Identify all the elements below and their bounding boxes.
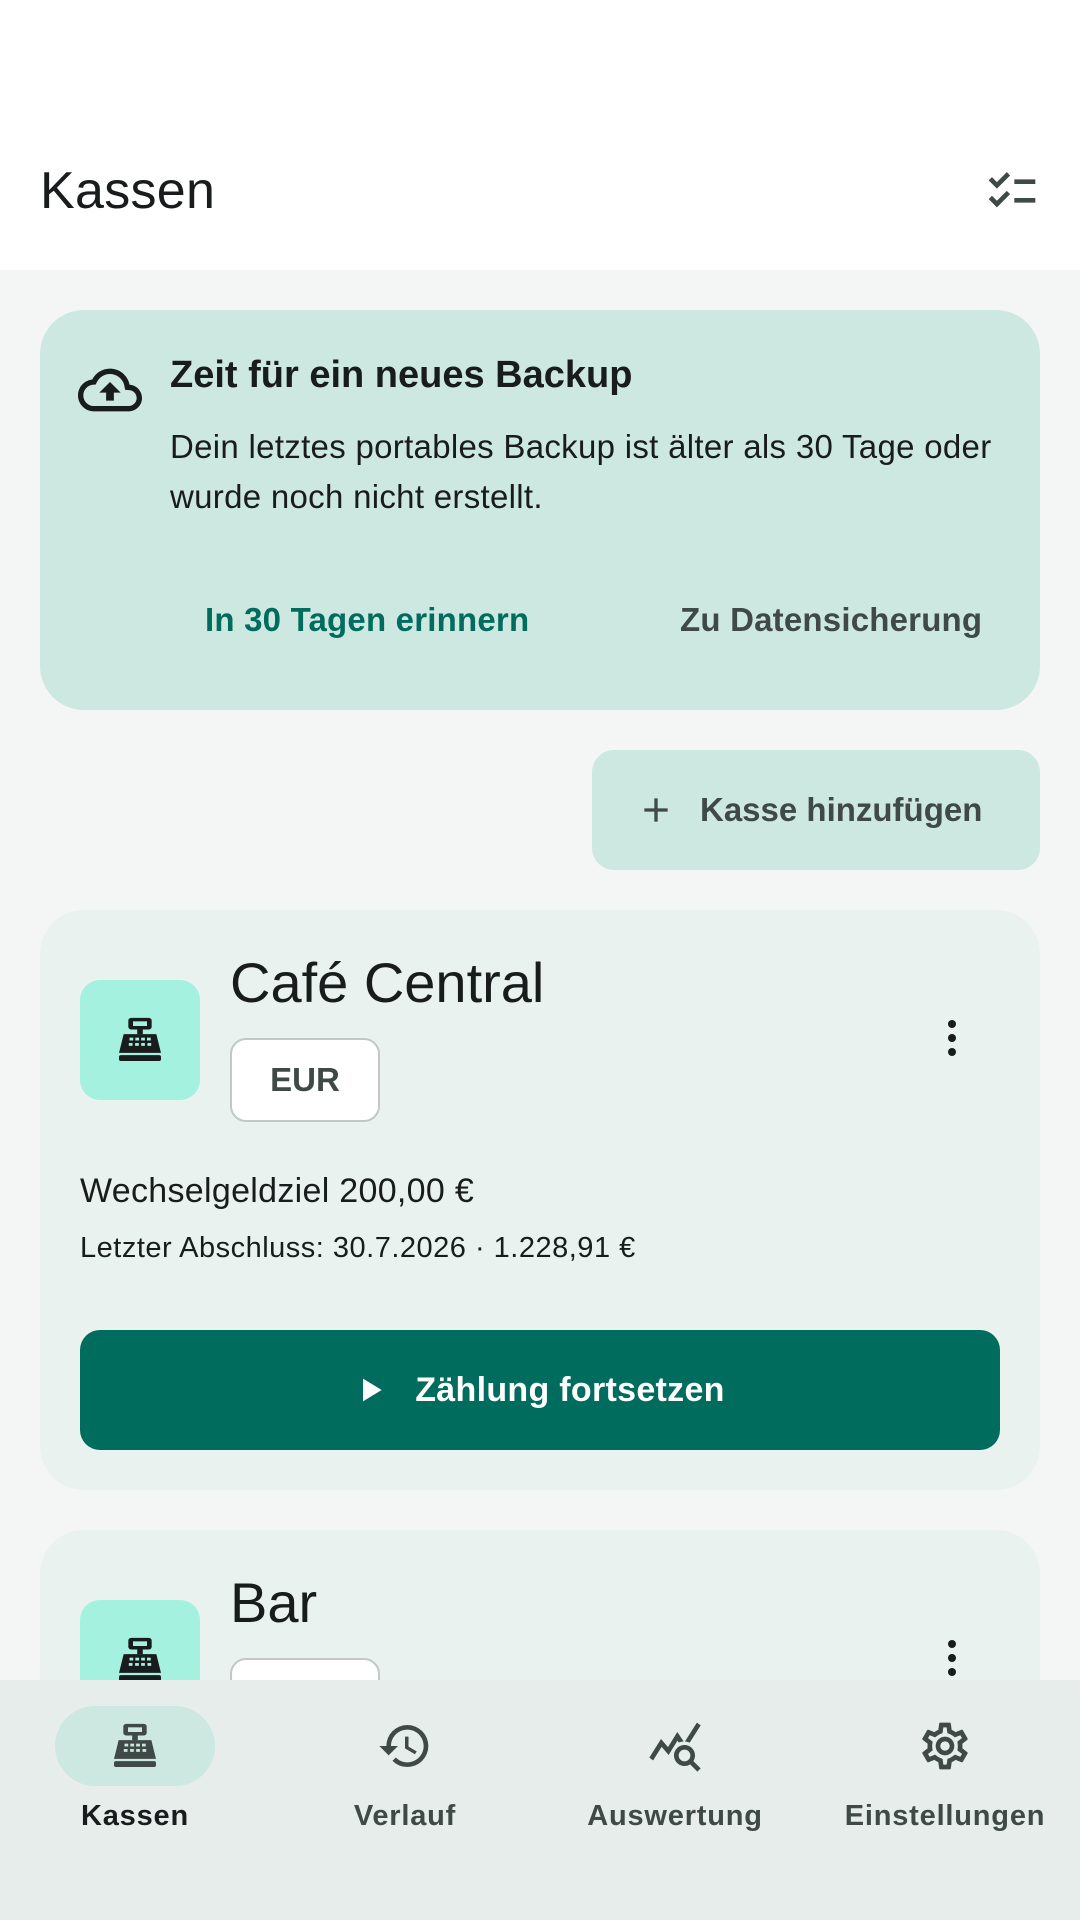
nav-icon-container [325,1706,485,1786]
plus-icon [644,798,668,822]
nav-icon-container [865,1706,1025,1786]
register-card[interactable]: Café Central EUR Wechselgeldziel 200,00 … [40,910,1040,1490]
status-bar [0,0,1080,112]
continue-count-button[interactable]: Zählung fortsetzen [80,1330,1000,1450]
backup-reminder-card: Zeit für ein neues Backup Dein letztes p… [40,310,1040,710]
nav-item-auswertung[interactable]: Auswertung [540,1680,810,1920]
nav-label: Kassen [81,1800,189,1832]
nav-label: Einstellungen [844,1800,1046,1832]
cash-register-icon [119,1017,161,1061]
nav-active-indicator [55,1706,215,1786]
gear-icon [922,1722,968,1770]
nav-item-einstellungen[interactable]: Einstellungen [810,1680,1080,1920]
more-vert-icon [948,1020,956,1056]
nav-label: Verlauf [353,1800,457,1832]
checklist-icon [988,172,1036,208]
backup-title: Zeit für ein neues Backup [170,354,633,396]
nav-item-verlauf[interactable]: Verlauf [270,1680,540,1920]
add-register-label: Kasse hinzufügen [700,791,983,828]
page-title: Kassen [40,162,216,220]
currency-chip [230,1658,380,1680]
analytics-icon [649,1722,701,1772]
history-icon [379,1725,429,1767]
nav-label: Auswertung [587,1800,763,1832]
register-list[interactable]: Zeit für ein neues Backup Dein letztes p… [0,270,1080,1680]
register-avatar [80,1600,200,1680]
register-name: Café Central [230,951,545,1014]
cash-register-icon [114,1723,156,1767]
checklist-button[interactable] [976,155,1048,227]
register-name: Bar [230,1571,318,1634]
more-vert-icon [948,1640,956,1676]
bottom-navigation: Kassen Verlauf Auswertung Einstellungen [0,1680,1080,1920]
register-menu-button[interactable] [924,1630,980,1680]
backup-message: Dein letztes portables Backup ist älter … [170,428,992,515]
add-register-button[interactable]: Kasse hinzufügen [592,750,1040,870]
nav-item-kassen[interactable]: Kassen [0,1680,270,1920]
nav-icon-container [595,1706,755,1786]
cloud-upload-icon [78,368,142,412]
change-target: Wechselgeldziel 200,00 € [80,1172,475,1210]
register-avatar [80,980,200,1100]
last-closing: Letzter Abschluss: 30.7.2026 · 1.228,91 … [80,1232,636,1264]
backup-actions: In 30 Tagen erinnern Zu Datensicherung [40,592,1040,692]
continue-count-label: Zählung fortsetzen [415,1370,725,1409]
top-app-bar: Kassen [0,112,1080,270]
register-card[interactable]: Bar [40,1530,1040,1680]
remind-later-button[interactable]: In 30 Tagen erinnern [205,592,529,648]
play-icon [363,1378,382,1402]
cash-register-icon [119,1637,161,1680]
register-menu-button[interactable] [924,1010,980,1066]
currency-chip: EUR [230,1038,380,1122]
go-to-backup-button[interactable]: Zu Datensicherung [680,592,982,648]
